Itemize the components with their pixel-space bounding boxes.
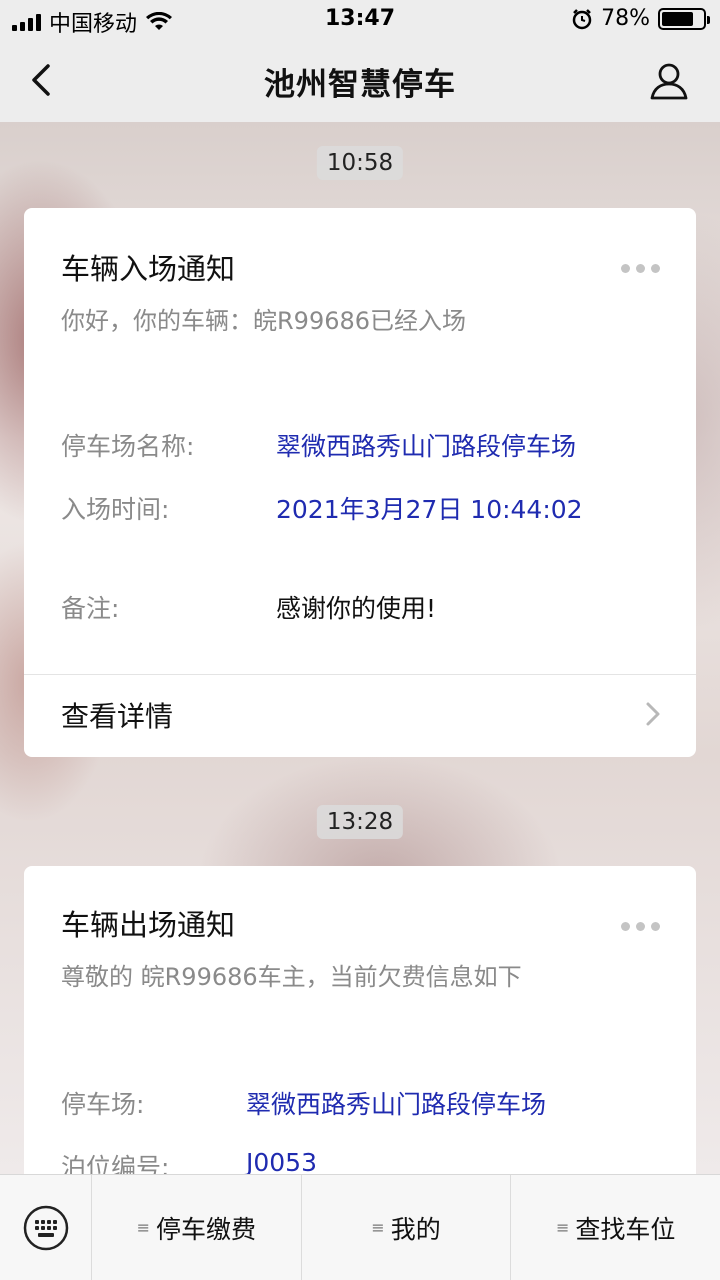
field-value-parking-lot: 翠微西路秀山门路段停车场 (246, 1090, 547, 1119)
back-arrow-icon[interactable] (24, 60, 64, 100)
card-subtitle: 你好，你的车辆：皖R99686已经入场 (61, 307, 467, 335)
card-title: 车辆入场通知 (61, 252, 236, 286)
field-label-parking-lot: 停车场: (61, 1090, 145, 1119)
view-details-link[interactable]: 查看详情 (61, 695, 173, 735)
menu-list-icon: ≡ (371, 1218, 385, 1237)
chevron-right-icon (646, 702, 660, 726)
menu-label: 停车缴费 (156, 1214, 257, 1244)
message-timestamp: 10:58 (316, 146, 404, 180)
alarm-icon (572, 8, 592, 29)
field-value-berth-number: J0053 (246, 1148, 317, 1177)
user-profile-icon[interactable] (648, 60, 690, 102)
status-bar: 中国移动 13:47 78% (0, 0, 720, 40)
field-label-entry-time: 入场时间: (61, 495, 170, 524)
status-right: 78% (571, 6, 710, 31)
more-options-icon[interactable] (621, 922, 660, 931)
entry-notice-card[interactable]: 车辆入场通知 你好，你的车辆：皖R99686已经入场 停车场名称: 翠微西路秀山… (24, 208, 696, 757)
menu-parking-payment[interactable]: ≡ 停车缴费 (92, 1175, 302, 1280)
field-label-remark: 备注: (61, 594, 120, 623)
more-options-icon[interactable] (621, 264, 660, 273)
card-subtitle: 尊敬的 皖R99686车主，当前欠费信息如下 (61, 963, 522, 991)
menu-list-icon: ≡ (555, 1218, 570, 1237)
keyboard-toggle-button[interactable] (0, 1175, 92, 1280)
page-title: 池州智慧停车 (264, 66, 456, 103)
field-value-parking-lot: 翠微西路秀山门路段停车场 (276, 432, 577, 461)
bottom-menu: ≡ 停车缴费 ≡ 我的 ≡ 查找车位 (0, 1174, 720, 1280)
battery-fill (662, 11, 694, 26)
menu-label: 查找车位 (575, 1214, 676, 1244)
battery-percent: 78% (601, 6, 650, 31)
menu-find-parking[interactable]: ≡ 查找车位 (511, 1175, 720, 1280)
field-value-entry-time: 2021年3月27日 10:44:02 (276, 495, 583, 524)
nav-bar: 池州智慧停车 (0, 40, 720, 122)
message-timestamp: 13:28 (316, 805, 404, 839)
menu-mine[interactable]: ≡ 我的 (302, 1175, 512, 1280)
menu-list-icon: ≡ (136, 1218, 151, 1237)
menu-label: 我的 (390, 1214, 441, 1244)
battery-icon (658, 7, 710, 30)
keyboard-icon (23, 1205, 68, 1251)
field-value-remark: 感谢你的使用! (276, 594, 437, 623)
exit-notice-card[interactable]: 车辆出场通知 尊敬的 皖R99686车主，当前欠费信息如下 停车场: 翠微西路秀… (24, 866, 696, 1206)
field-label-parking-lot: 停车场名称: (61, 432, 195, 461)
card-divider (24, 674, 696, 675)
card-title: 车辆出场通知 (61, 908, 236, 942)
